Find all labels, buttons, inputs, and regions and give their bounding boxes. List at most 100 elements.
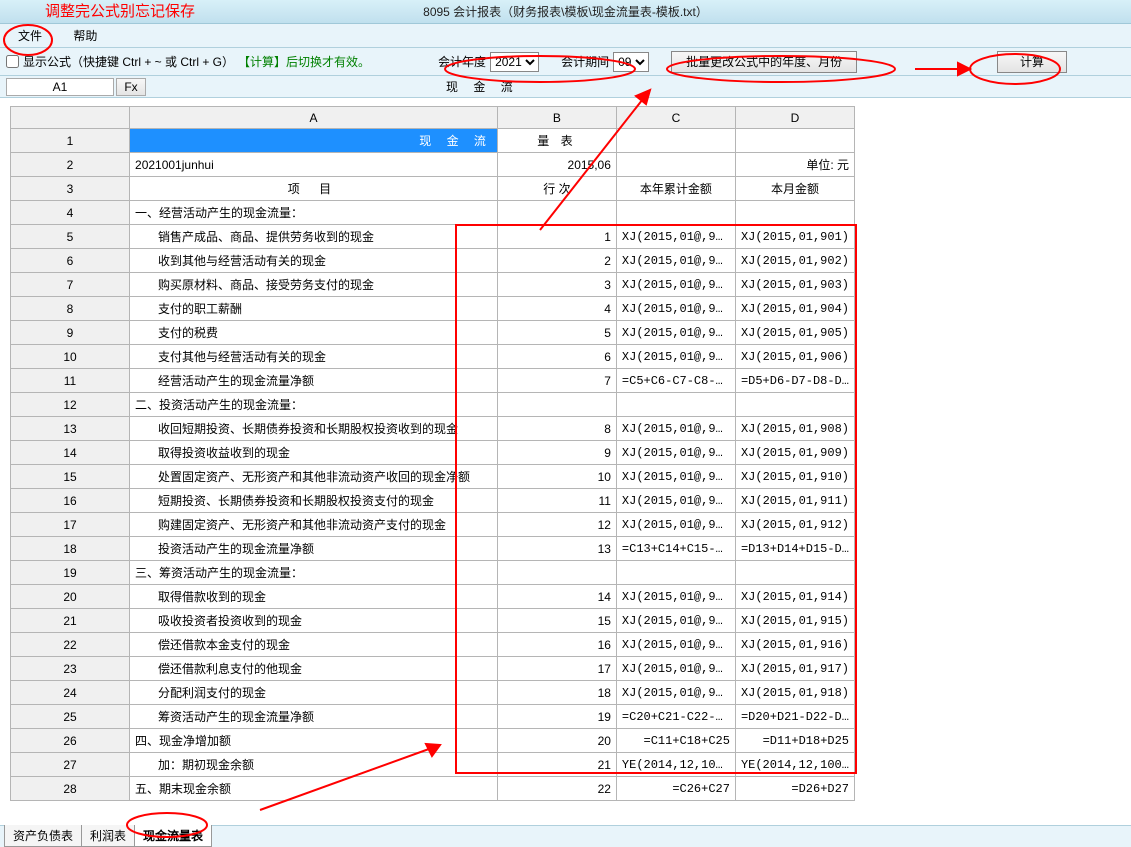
row-header[interactable]: 27	[11, 753, 130, 777]
cell[interactable]: XJ(2015,01@,916)	[616, 633, 735, 657]
table-row[interactable]: 22偿还借款本金支付的现金16XJ(2015,01@,916)XJ(2015,0…	[11, 633, 855, 657]
cell[interactable]: 投资活动产生的现金流量净额	[130, 537, 498, 561]
cell[interactable]: XJ(2015,01@,901)	[616, 225, 735, 249]
cell[interactable]	[497, 201, 616, 225]
table-row[interactable]: 25筹资活动产生的现金流量净额19=C20+C21-C22-C23-C24=D2…	[11, 705, 855, 729]
row-header[interactable]: 5	[11, 225, 130, 249]
cell[interactable]	[735, 201, 854, 225]
cell[interactable]: XJ(2015,01@,908)	[616, 417, 735, 441]
table-row[interactable]: 7购买原材料、商品、接受劳务支付的现金3XJ(2015,01@,903)XJ(2…	[11, 273, 855, 297]
cell[interactable]: 5	[497, 321, 616, 345]
table-row[interactable]: 13收回短期投资、长期债券投资和长期股权投资收到的现金8XJ(2015,01@,…	[11, 417, 855, 441]
cell[interactable]: XJ(2015,01,908)	[735, 417, 854, 441]
row-header[interactable]: 19	[11, 561, 130, 585]
cell[interactable]: 6	[497, 345, 616, 369]
cell[interactable]: 本月金额	[735, 177, 854, 201]
row-header[interactable]: 14	[11, 441, 130, 465]
cell[interactable]: 12	[497, 513, 616, 537]
row-header[interactable]: 26	[11, 729, 130, 753]
corner-header[interactable]	[11, 107, 130, 129]
row-header[interactable]: 8	[11, 297, 130, 321]
cell[interactable]: 8	[497, 417, 616, 441]
cell[interactable]	[735, 393, 854, 417]
cell[interactable]: 销售产成品、商品、提供劳务收到的现金	[130, 225, 498, 249]
table-row[interactable]: 20取得借款收到的现金14XJ(2015,01@,914)XJ(2015,01,…	[11, 585, 855, 609]
cell[interactable]: 二、投资活动产生的现金流量：	[130, 393, 498, 417]
cell[interactable]: 2015,06	[497, 153, 616, 177]
cell[interactable]: =D5+D6-D7-D8-D9-D10	[735, 369, 854, 393]
sheet-tab-2[interactable]: 现金流量表	[134, 825, 212, 847]
cell[interactable]: 13	[497, 537, 616, 561]
cell[interactable]: 19	[497, 705, 616, 729]
cell[interactable]: XJ(2015,01,914)	[735, 585, 854, 609]
cell[interactable]: 9	[497, 441, 616, 465]
cell[interactable]: 4	[497, 297, 616, 321]
cell[interactable]: XJ(2015,01@,909)	[616, 441, 735, 465]
cell[interactable]: 取得借款收到的现金	[130, 585, 498, 609]
table-row[interactable]: 1现 金 流量 表	[11, 129, 855, 153]
sheet-tab-0[interactable]: 资产负债表	[4, 825, 82, 847]
table-row[interactable]: 6收到其他与经营活动有关的现金2XJ(2015,01@,902)XJ(2015,…	[11, 249, 855, 273]
row-header[interactable]: 11	[11, 369, 130, 393]
table-row[interactable]: 11经营活动产生的现金流量净额7=C5+C6-C7-C8-C9-C10=D5+D…	[11, 369, 855, 393]
row-header[interactable]: 18	[11, 537, 130, 561]
row-header[interactable]: 4	[11, 201, 130, 225]
table-row[interactable]: 5销售产成品、商品、提供劳务收到的现金1XJ(2015,01@,901)XJ(2…	[11, 225, 855, 249]
cell[interactable]: 现 金 流	[130, 129, 498, 153]
table-row[interactable]: 3项 目行 次本年累计金额本月金额	[11, 177, 855, 201]
cell[interactable]: =C5+C6-C7-C8-C9-C10	[616, 369, 735, 393]
bulk-update-button[interactable]: 批量更改公式中的年度、月份	[671, 51, 857, 73]
cell[interactable]: 购买原材料、商品、接受劳务支付的现金	[130, 273, 498, 297]
cell[interactable]	[735, 561, 854, 585]
cell[interactable]: 17	[497, 657, 616, 681]
cell[interactable]	[616, 393, 735, 417]
cell[interactable]: 14	[497, 585, 616, 609]
cell[interactable]: XJ(2015,01,918)	[735, 681, 854, 705]
cell[interactable]	[497, 561, 616, 585]
cell[interactable]: 偿还借款本金支付的现金	[130, 633, 498, 657]
cell[interactable]: =D11+D18+D25	[735, 729, 854, 753]
cell[interactable]: 处置固定资产、无形资产和其他非流动资产收回的现金净额	[130, 465, 498, 489]
show-formula-input[interactable]	[6, 55, 19, 68]
cell[interactable]: XJ(2015,01@,910)	[616, 465, 735, 489]
cell[interactable]: 本年累计金额	[616, 177, 735, 201]
cell[interactable]: 18	[497, 681, 616, 705]
table-row[interactable]: 14取得投资收益收到的现金9XJ(2015,01@,909)XJ(2015,01…	[11, 441, 855, 465]
table-row[interactable]: 19三、筹资活动产生的现金流量：	[11, 561, 855, 585]
row-header[interactable]: 17	[11, 513, 130, 537]
row-header[interactable]: 23	[11, 657, 130, 681]
cell[interactable]: XJ(2015,01,910)	[735, 465, 854, 489]
table-row[interactable]: 8支付的职工薪酬4XJ(2015,01@,904)XJ(2015,01,904)	[11, 297, 855, 321]
cell[interactable]: 2021001junhui	[130, 153, 498, 177]
cell[interactable]: 20	[497, 729, 616, 753]
col-header-C[interactable]: C	[616, 107, 735, 129]
cell[interactable]: XJ(2015,01@,905)	[616, 321, 735, 345]
cell[interactable]: XJ(2015,01,901)	[735, 225, 854, 249]
cell[interactable]: 筹资活动产生的现金流量净额	[130, 705, 498, 729]
cell[interactable]: XJ(2015,01,905)	[735, 321, 854, 345]
cell[interactable]: =C26+C27	[616, 777, 735, 801]
cell[interactable]: XJ(2015,01,903)	[735, 273, 854, 297]
cell[interactable]: =D20+D21-D22-D23-D24	[735, 705, 854, 729]
row-header[interactable]: 24	[11, 681, 130, 705]
cell[interactable]: 分配利润支付的现金	[130, 681, 498, 705]
cell[interactable]: XJ(2015,01@,912)	[616, 513, 735, 537]
cell[interactable]: 10	[497, 465, 616, 489]
table-row[interactable]: 18投资活动产生的现金流量净额13=C13+C14+C15-C16-C17=D1…	[11, 537, 855, 561]
table-row[interactable]: 16短期投资、长期债券投资和长期股权投资支付的现金11XJ(2015,01@,9…	[11, 489, 855, 513]
cell[interactable]: XJ(2015,01@,902)	[616, 249, 735, 273]
row-header[interactable]: 1	[11, 129, 130, 153]
cell[interactable]: XJ(2015,01,904)	[735, 297, 854, 321]
cell[interactable]	[616, 153, 735, 177]
cell[interactable]: =C20+C21-C22-C23-C24	[616, 705, 735, 729]
cell[interactable]: XJ(2015,01@,918)	[616, 681, 735, 705]
cell[interactable]: 收到其他与经营活动有关的现金	[130, 249, 498, 273]
table-row[interactable]: 24分配利润支付的现金18XJ(2015,01@,918)XJ(2015,01,…	[11, 681, 855, 705]
cell[interactable]	[616, 201, 735, 225]
cell[interactable]: XJ(2015,01,916)	[735, 633, 854, 657]
cell[interactable]: XJ(2015,01@,904)	[616, 297, 735, 321]
cell[interactable]: 7	[497, 369, 616, 393]
cell[interactable]: 四、现金净增加额	[130, 729, 498, 753]
table-row[interactable]: 9支付的税费5XJ(2015,01@,905)XJ(2015,01,905)	[11, 321, 855, 345]
cell[interactable]: XJ(2015,01,902)	[735, 249, 854, 273]
